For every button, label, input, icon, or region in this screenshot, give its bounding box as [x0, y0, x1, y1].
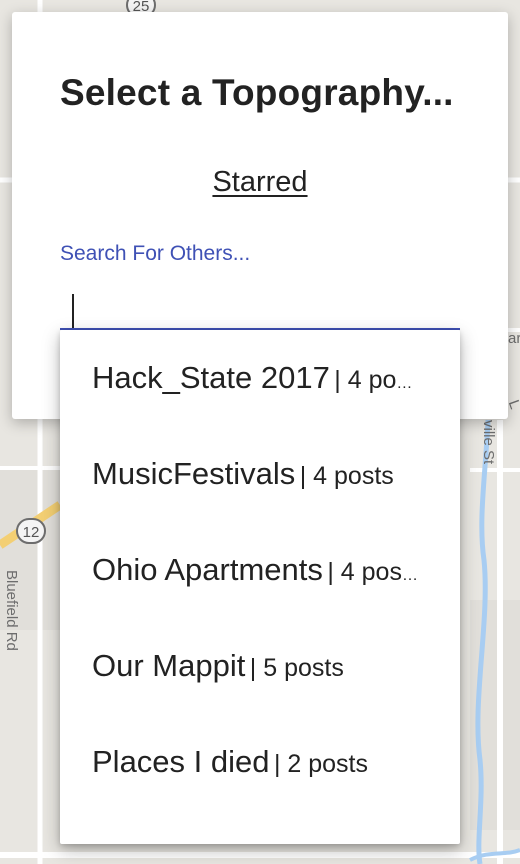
menu-item-ohio-apartments[interactable]: Ohio Apartments | 4 posts — [60, 522, 460, 618]
search-label: Search For Others... — [60, 242, 251, 265]
menu-item-name: Ohio Apartments — [92, 552, 323, 587]
search-input[interactable] — [60, 280, 460, 330]
text-caret — [72, 294, 74, 328]
menu-item-name: Our Mappit — [92, 648, 246, 683]
menu-item-hack-state-2017[interactable]: Hack_State 2017 | 4 posts — [60, 330, 460, 426]
menu-item-name: Places I died — [92, 744, 270, 779]
menu-item-post-count: | 5 posts — [249, 654, 344, 682]
topography-suggestions-menu: Hack_State 2017 | 4 posts MusicFestivals… — [60, 330, 460, 844]
menu-item-name: Hack_State 2017 — [92, 360, 330, 395]
menu-item-name: MusicFestivals — [92, 456, 296, 491]
menu-item-post-count: | 4 posts — [334, 366, 429, 394]
menu-item-places-i-died[interactable]: Places I died | 2 posts — [60, 714, 460, 810]
menu-item-post-count: | 4 posts — [299, 462, 394, 490]
menu-item-post-count: | 4 posts — [327, 558, 422, 586]
menu-item-music-festivals[interactable]: MusicFestivals | 4 posts — [60, 426, 460, 522]
menu-item-our-mappit[interactable]: Our Mappit | 5 posts — [60, 618, 460, 714]
starred-link[interactable]: Starred — [12, 166, 508, 199]
street-label-right: ville St — [480, 420, 497, 465]
dialog-title: Select a Topography... — [60, 72, 454, 113]
map-edge-text-a: ar — [508, 330, 520, 347]
menu-item-post-count: | 2 posts — [273, 750, 368, 778]
route-shield-left: 12 — [16, 518, 46, 544]
street-label-bluefield: Bluefield Rd — [3, 570, 20, 651]
